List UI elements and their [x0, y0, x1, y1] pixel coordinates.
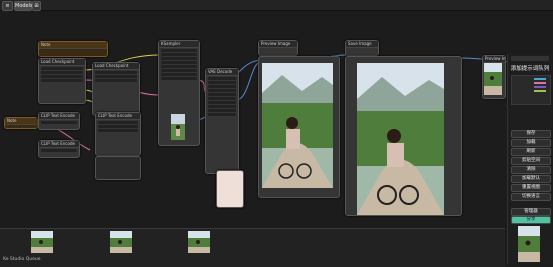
portrait-photo: [31, 231, 53, 253]
history-thumbnail[interactable]: [188, 231, 210, 253]
node-title: CLIP Text Encode: [39, 113, 79, 120]
lora-node[interactable]: Load Checkpoint: [92, 62, 140, 116]
node-title: Load Checkpoint: [93, 63, 139, 70]
widget-row[interactable]: [161, 69, 197, 72]
widget-row[interactable]: [161, 57, 197, 60]
widget-row[interactable]: [208, 89, 236, 92]
option-bar[interactable]: [534, 82, 546, 84]
widget-row[interactable]: [208, 97, 236, 100]
portrait-photo: [262, 63, 333, 188]
widget-row[interactable]: [161, 77, 197, 80]
widget-row[interactable]: [41, 149, 77, 152]
save-button[interactable]: 保存: [511, 130, 551, 138]
share-button[interactable]: 分享: [511, 216, 551, 224]
image-node[interactable]: [216, 170, 244, 208]
empty-node[interactable]: [95, 156, 141, 180]
switch-language-button[interactable]: 切换语言: [511, 193, 551, 201]
widget-row[interactable]: [95, 71, 137, 74]
widget-row[interactable]: [208, 109, 236, 112]
history-thumbnail[interactable]: [110, 231, 132, 253]
widget-row[interactable]: [161, 53, 197, 56]
queue-options: [511, 75, 551, 105]
widget-row[interactable]: [98, 129, 138, 132]
status-text: Ke Studio Queue: [3, 257, 41, 262]
widget-row[interactable]: [41, 75, 83, 78]
node-title: CLIP Text Encode: [39, 141, 79, 148]
widget-row[interactable]: [41, 121, 77, 124]
widget-row[interactable]: [161, 65, 197, 68]
prompt-node[interactable]: CLIP Text Encode: [38, 112, 80, 130]
sampler-preview-image: [171, 114, 185, 140]
node-title: Note: [39, 42, 107, 49]
portrait-photo: [518, 226, 540, 262]
preview-image-3: [484, 63, 502, 95]
portrait-photo: [357, 63, 444, 215]
widget-row[interactable]: [41, 79, 83, 82]
panel-drag-handle[interactable]: [511, 56, 549, 61]
node-title: Save Image: [346, 41, 378, 48]
queue-panel: 添加提示词队列 保存 加载 刷新 剪贴空间 清除 加载默认 重置视图 切换语言 …: [507, 54, 552, 264]
refresh-button[interactable]: 刷新: [511, 148, 551, 156]
checkpoint-loader-node[interactable]: Load Checkpoint: [38, 58, 86, 104]
option-bar[interactable]: [534, 86, 546, 88]
widget-row[interactable]: [208, 81, 236, 84]
manager-button[interactable]: 管理器: [511, 208, 551, 216]
clear-button[interactable]: 清除: [511, 166, 551, 174]
prompt-node-2[interactable]: CLIP Text Encode: [38, 140, 80, 158]
note-node[interactable]: Note: [38, 41, 108, 57]
clip-node[interactable]: CLIP Text Encode: [95, 112, 141, 156]
widget-row[interactable]: [161, 73, 197, 76]
option-bar[interactable]: [534, 90, 546, 92]
history-bar: [0, 228, 505, 267]
portrait-photo: [188, 231, 210, 253]
widget-row[interactable]: [95, 75, 137, 78]
clipspace-button[interactable]: 剪贴空间: [511, 157, 551, 165]
save-image-node-header[interactable]: Save Image: [345, 40, 379, 56]
widget-row[interactable]: [161, 49, 197, 52]
widget-row[interactable]: [98, 121, 138, 124]
node-title: VAE Decode: [206, 69, 238, 76]
vae-decode-node[interactable]: VAE Decode: [205, 68, 239, 174]
widget-row[interactable]: [98, 125, 138, 128]
widget-row[interactable]: [161, 61, 197, 64]
node-title: Preview Image: [259, 41, 297, 48]
load-default-button[interactable]: 加载默认: [511, 175, 551, 183]
widget-row[interactable]: [208, 93, 236, 96]
node-title: Preview Image: [483, 56, 505, 63]
reset-view-button[interactable]: 重置视图: [511, 184, 551, 192]
preview-image-node-header[interactable]: Preview Image: [258, 40, 298, 56]
widget-row[interactable]: [208, 105, 236, 108]
load-button[interactable]: 加载: [511, 139, 551, 147]
note-node-left[interactable]: Note: [4, 117, 38, 129]
preview-image-2: [357, 63, 444, 215]
panel-preview-image: [518, 226, 540, 262]
node-title: Load Checkpoint: [39, 59, 85, 66]
portrait-photo: [484, 63, 502, 95]
widget-row[interactable]: [41, 71, 83, 74]
portrait-photo: [171, 114, 185, 140]
history-thumbnail[interactable]: [31, 231, 53, 253]
queue-prompt-title[interactable]: 添加提示词队列: [509, 65, 551, 73]
widget-row[interactable]: [208, 85, 236, 88]
option-bar[interactable]: [534, 78, 546, 80]
widget-row[interactable]: [208, 77, 236, 80]
widget-row[interactable]: [41, 67, 83, 70]
widget-row[interactable]: [95, 79, 137, 82]
widget-row[interactable]: [208, 101, 236, 104]
node-title: KSampler: [159, 41, 199, 48]
preview-image-1: [262, 63, 333, 188]
node-title: CLIP Text Encode: [96, 113, 140, 120]
widget-row[interactable]: [208, 113, 236, 116]
node-title: Note: [5, 118, 37, 125]
portrait-photo: [110, 231, 132, 253]
